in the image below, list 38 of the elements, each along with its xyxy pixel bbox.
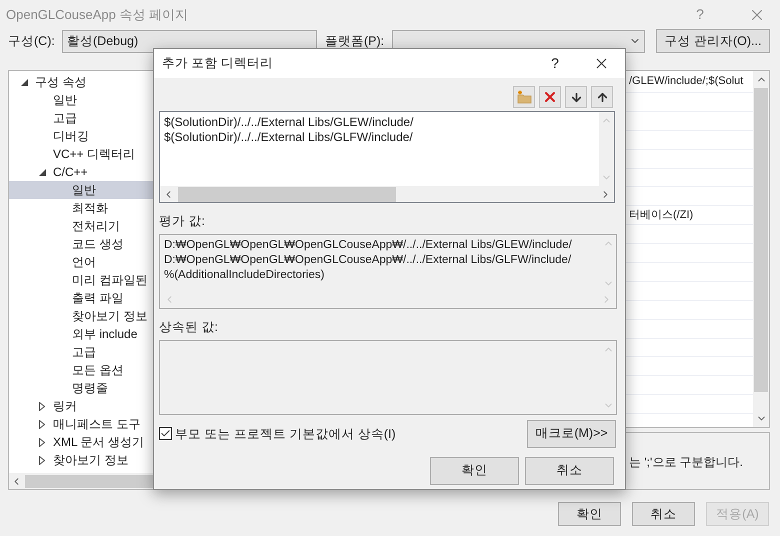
dialog-button[interactable]: 확인 (558, 502, 621, 526)
dialog-button[interactable]: 취소 (525, 456, 614, 484)
inherit-checkbox[interactable]: 부모 또는 프로젝트 기본값에서 상속(I) (159, 424, 396, 444)
inherited-label: 상속된 값: (159, 318, 218, 336)
dialog-button[interactable]: 취소 (632, 502, 695, 526)
tree-item[interactable]: 링커 (9, 397, 200, 415)
description-text: 는 ';'으로 구분합니다. (629, 454, 743, 471)
property-value: /GLEW/include/;$(Solut (629, 74, 744, 90)
directory-entry[interactable]: $(SolutionDir)/../../External Libs/GLFW/include/ (164, 130, 599, 145)
arrow-down-icon[interactable] (570, 90, 582, 104)
dialog-button[interactable]: 확인 (430, 456, 519, 484)
directory-entry[interactable]: $(SolutionDir)/../../External Libs/GLEW/include/ (164, 115, 599, 130)
config-manager-button[interactable]: 구성 관리자(O)... (656, 29, 770, 53)
evaluated-entry: D:₩OpenGL₩OpenGL₩OpenGLCouseApp₩/../../External Libs/GLEW/include/ (164, 238, 573, 253)
property-value: 터베이스(/ZI) (629, 208, 694, 224)
horizontal-scrollbar[interactable] (160, 186, 614, 202)
move-up-button[interactable] (591, 86, 613, 108)
dialog-title: 추가 포함 디렉터리 (162, 55, 273, 72)
expanded-triangle-icon[interactable] (20, 78, 28, 86)
expanded-triangle-icon[interactable] (38, 168, 46, 176)
evaluated-entry: D:₩OpenGL₩OpenGL₩OpenGLCouseApp₩/../../External Libs/GLFW/include/ (164, 252, 572, 268)
help-button[interactable]: ? (547, 53, 563, 74)
config-label: 구성(C): (8, 32, 56, 50)
folder-star-icon[interactable] (516, 90, 532, 104)
window-title: OpenGLCouseApp 속성 페이지 (6, 6, 188, 24)
move-down-button[interactable] (565, 86, 587, 108)
tree-item[interactable]: 구성 속성 (9, 73, 200, 91)
arrow-up-icon[interactable] (596, 90, 608, 104)
tree-item[interactable]: 찾아보기 정보 (9, 451, 200, 469)
scrollbar-thumb[interactable] (754, 88, 768, 392)
vertical-scrollbar[interactable] (753, 71, 769, 427)
directory-list[interactable]: $(SolutionDir)/../../External Libs/GLEW/include/ $(SolutionDir)/../../External Libs/GLFW/include/ (159, 111, 615, 203)
scrollbar-thumb[interactable] (178, 186, 396, 202)
macros-button[interactable]: 매크로(M)>> (527, 420, 616, 448)
platform-label: 플랫폼(P): (325, 32, 386, 50)
evaluated-entry: %(AdditionalIncludeDirectories) (164, 268, 326, 283)
evaluated-label: 평가 값: (159, 213, 205, 230)
new-folder-button[interactable] (513, 86, 535, 108)
